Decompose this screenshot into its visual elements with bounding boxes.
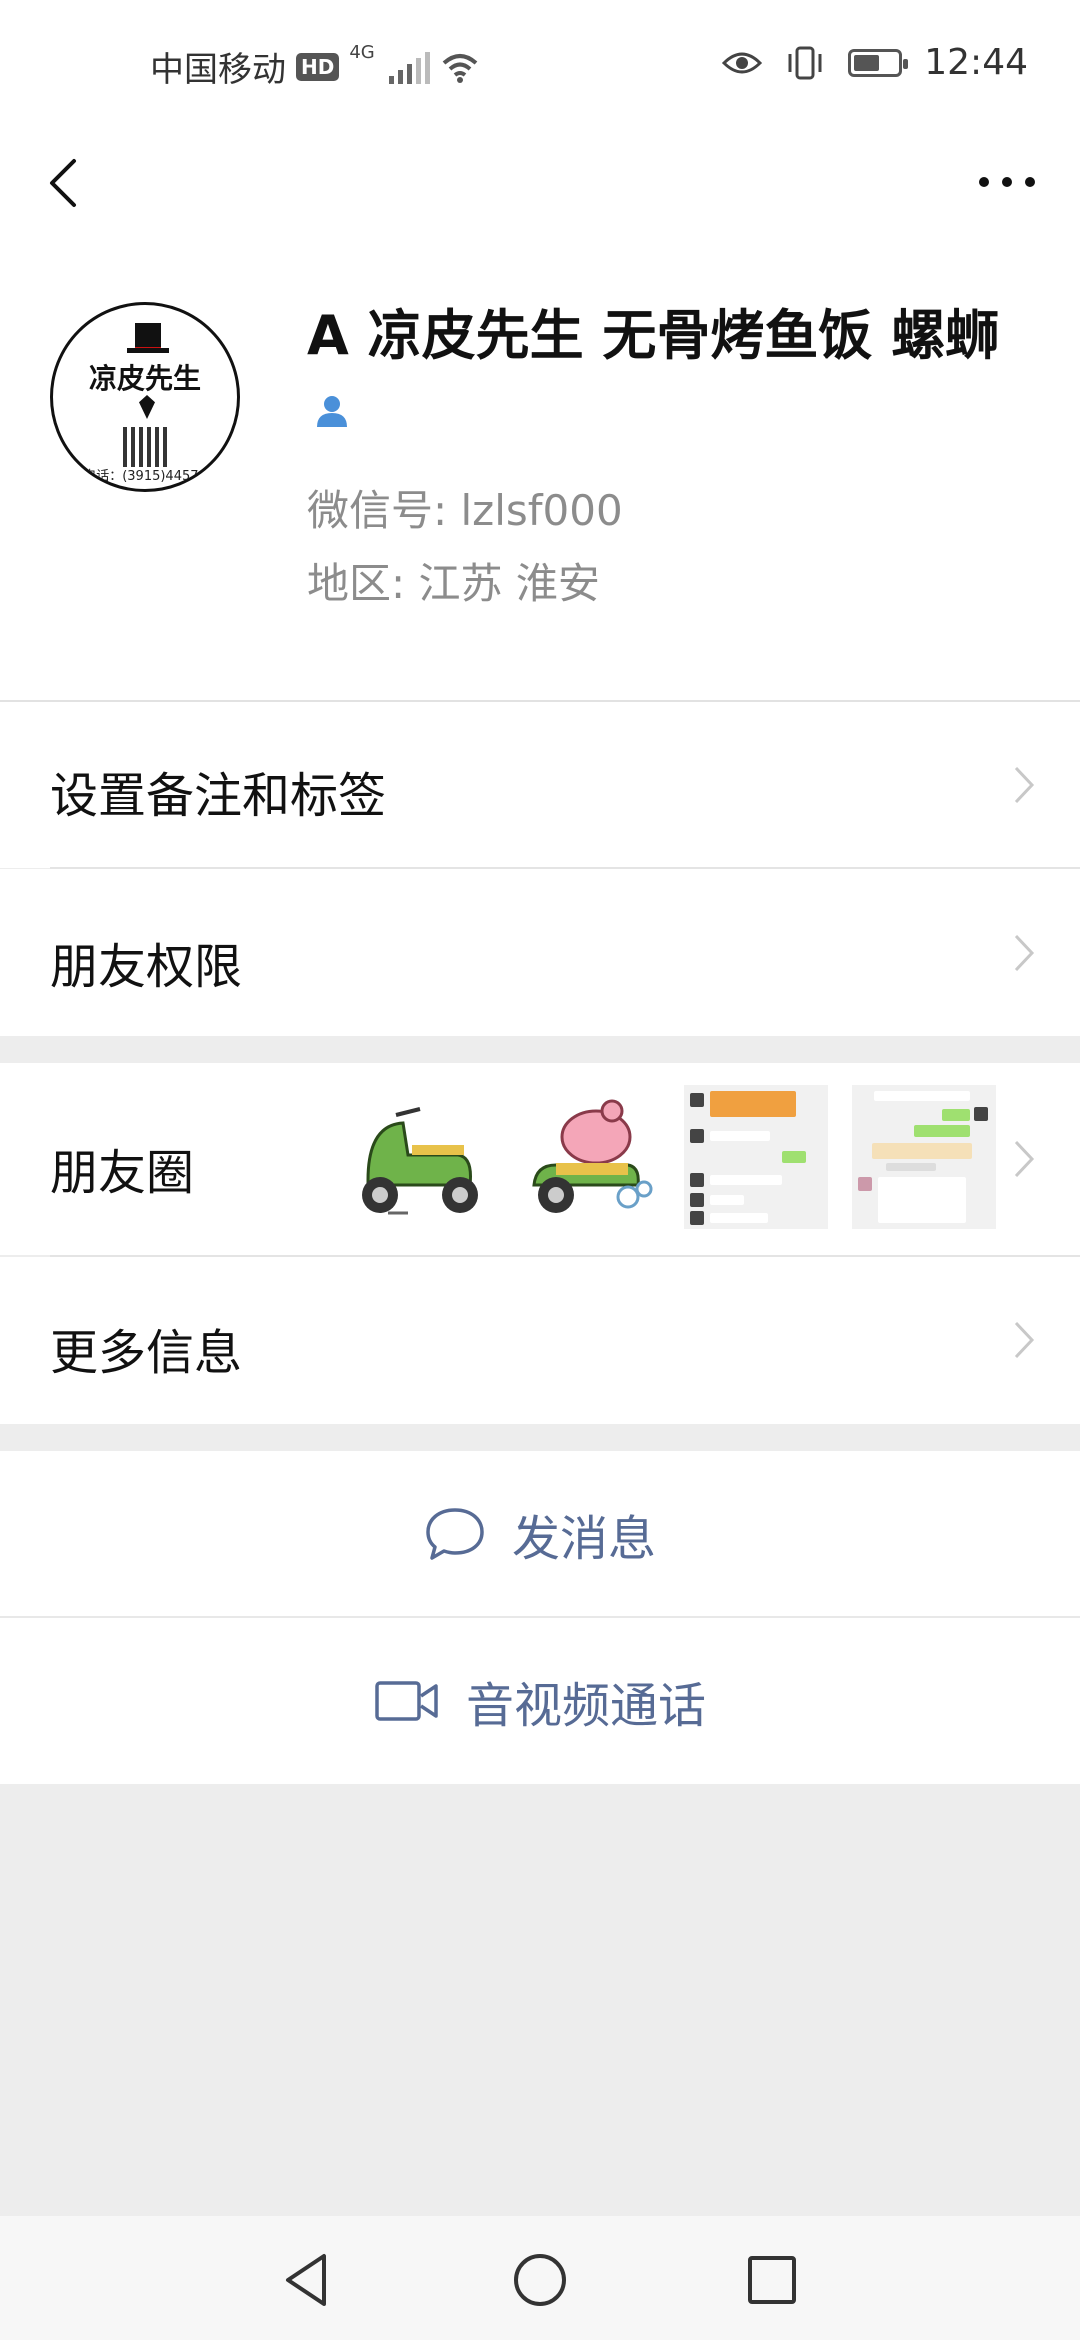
carrier-name: 中国移动 <box>150 50 286 90</box>
chevron-right-icon <box>1014 766 1035 804</box>
moments-photo-chat-screenshot <box>684 1085 828 1229</box>
tie-icon <box>139 395 155 419</box>
status-right: 12:44 <box>722 42 1028 83</box>
avatar[interactable]: 凉皮先生 电话：(3915)44576 <box>50 302 240 492</box>
top-hat-icon <box>127 323 169 353</box>
triangle-back-icon[interactable] <box>278 2250 338 2310</box>
avatar-phone-text: 电话：(3915)44576 <box>83 469 207 484</box>
moments-photo-scooter <box>348 1085 492 1229</box>
scooter-illustration-icon <box>362 1107 478 1215</box>
battery-icon <box>848 48 909 77</box>
circle-home-icon[interactable] <box>510 2250 570 2310</box>
video-camera-icon <box>375 1681 438 1721</box>
pig-scooter-illustration-icon <box>532 1099 653 1213</box>
avatar-logo-text: 凉皮先生 <box>88 362 201 395</box>
more-info-label: 更多信息 <box>50 1325 243 1381</box>
video-call-button[interactable]: 音视频通话 <box>0 1618 1080 1784</box>
eye-icon <box>722 52 763 73</box>
battery-level <box>854 54 880 71</box>
signal-icon <box>388 50 430 84</box>
send-message-label: 发消息 <box>511 1510 656 1567</box>
wechat-id: 微信号: lzlsf000 <box>307 486 623 535</box>
chevron-right-icon <box>1014 1321 1035 1359</box>
video-call-label: 音视频通话 <box>465 1678 706 1734</box>
more-dots-icon[interactable] <box>972 157 1042 207</box>
friend-permission-label: 朋友权限 <box>50 939 243 995</box>
moments-row[interactable]: 朋友圈 <box>0 1063 1080 1255</box>
qr-code-icon <box>123 427 167 467</box>
friend-permission-row[interactable]: 朋友权限 <box>0 869 1080 1036</box>
clock: 12:44 <box>924 42 1028 83</box>
region: 地区: 江苏 淮安 <box>307 559 600 608</box>
top-navigation <box>0 135 1080 230</box>
moments-photo-chat-screenshot <box>852 1085 996 1229</box>
moments-thumbnails <box>348 1085 996 1229</box>
status-left: 中国移动 HD 4G <box>150 42 480 91</box>
status-bar: 中国移动 HD 4G 12:44 <box>0 0 1080 135</box>
moments-label: 朋友圈 <box>50 1145 195 1201</box>
system-navigation-bar <box>0 2216 1080 2340</box>
chevron-right-icon <box>1014 1140 1035 1178</box>
square-recent-icon[interactable] <box>742 2250 802 2310</box>
chat-bubble-icon <box>426 1507 484 1560</box>
contact-name-text: A 凉皮先生 无骨烤鱼饭 螺蛳 <box>307 304 1000 367</box>
vibrate-icon <box>788 46 822 79</box>
profile-header: 凉皮先生 电话：(3915)44576 A 凉皮先生 无骨烤鱼饭 螺蛳 微信号:… <box>0 230 1080 700</box>
remark-and-tags-label: 设置备注和标签 <box>50 768 387 824</box>
chevron-left-icon[interactable] <box>40 153 100 213</box>
wifi-icon <box>442 53 478 83</box>
more-info-row[interactable]: 更多信息 <box>0 1257 1080 1424</box>
send-message-button[interactable]: 发消息 <box>0 1451 1080 1616</box>
person-icon <box>317 396 347 428</box>
chevron-right-icon <box>1014 934 1035 972</box>
network-type: 4G <box>349 42 375 63</box>
moments-photo-pig-scooter <box>516 1085 660 1229</box>
contact-name: A 凉皮先生 无骨烤鱼饭 螺蛳 <box>307 300 1007 444</box>
hd-badge: HD <box>296 52 340 81</box>
remark-and-tags-row[interactable]: 设置备注和标签 <box>0 702 1080 868</box>
